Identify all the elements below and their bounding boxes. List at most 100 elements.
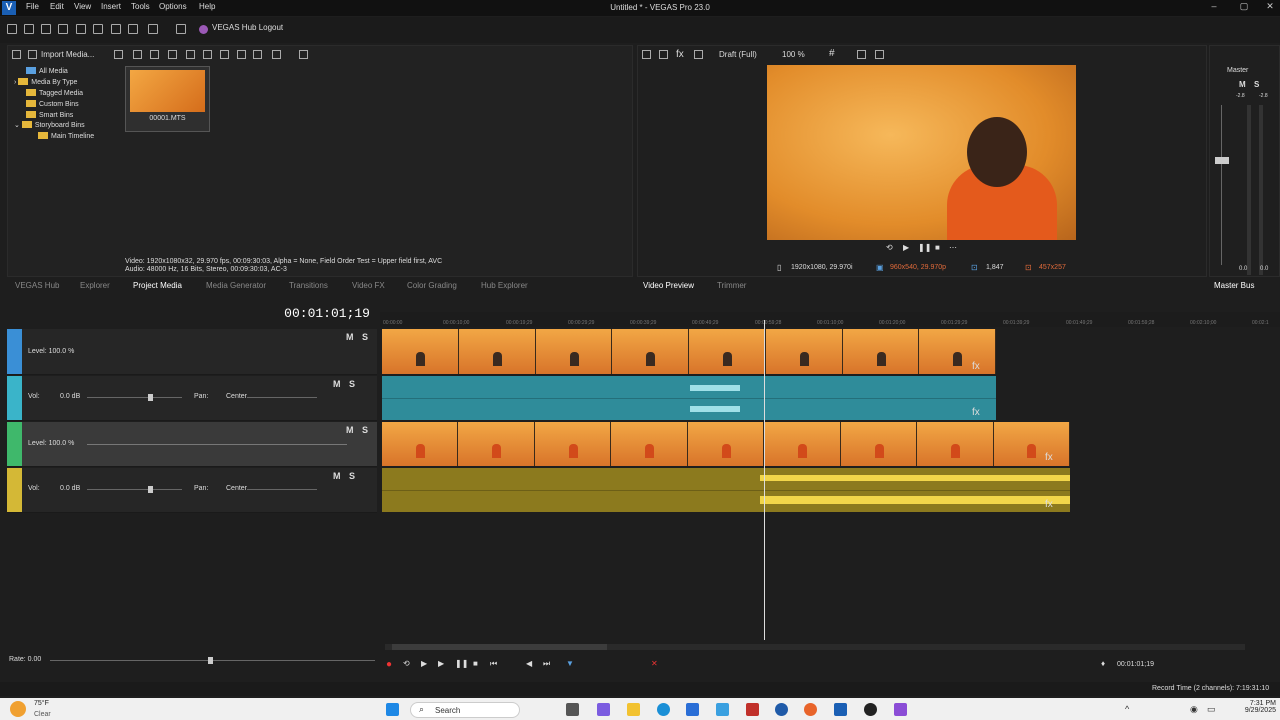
tree-custom-bins[interactable]: Custom Bins	[26, 100, 79, 108]
clip-fx-icon[interactable]: fx	[1045, 499, 1053, 510]
play-from-start-icon[interactable]: ▶	[421, 659, 427, 668]
cut-icon[interactable]	[93, 24, 103, 34]
preview-play-icon[interactable]: ▶	[903, 243, 909, 252]
close-icon[interactable]: ✕	[1260, 1, 1280, 12]
stop-icon[interactable]: ■	[473, 659, 478, 668]
search-icon[interactable]	[299, 50, 308, 59]
tab-video-fx[interactable]: Video FX	[352, 281, 385, 290]
media-player-icon[interactable]	[864, 703, 877, 716]
copilot-icon[interactable]	[597, 703, 610, 716]
edge-icon[interactable]	[657, 703, 670, 716]
preview-quality-select[interactable]: Draft (Full)	[719, 50, 757, 59]
tree-main-timeline[interactable]: Main Timeline	[38, 132, 94, 140]
play-icon[interactable]	[220, 50, 229, 59]
video-clip-2[interactable]	[382, 422, 1070, 466]
track-solo-button[interactable]: S	[349, 471, 355, 481]
import-icon[interactable]	[28, 50, 37, 59]
timeline-scroll-thumb[interactable]	[392, 644, 607, 650]
tab-hub-explorer[interactable]: Hub Explorer	[481, 281, 528, 290]
open-icon[interactable]	[24, 24, 34, 34]
tree-storyboard-bins[interactable]: ⌄ Storyboard Bins	[14, 121, 85, 129]
track-solo-button[interactable]: S	[349, 379, 355, 389]
volume-knob[interactable]	[148, 394, 153, 401]
properties-icon[interactable]	[186, 50, 195, 59]
save-snapshot-icon[interactable]	[875, 50, 884, 59]
hp-icon[interactable]	[775, 703, 788, 716]
normal-edit-tool-icon[interactable]: ▼	[566, 659, 574, 668]
playhead[interactable]	[764, 320, 765, 640]
preview-pause-icon[interactable]: ❚❚	[918, 243, 931, 252]
paste-icon[interactable]	[128, 24, 138, 34]
track-solo-button[interactable]: S	[362, 332, 368, 342]
track-level[interactable]: Level: 100.0 %	[28, 348, 74, 355]
track-header-video-1[interactable]: Level: 100.0 % M S	[7, 329, 377, 375]
tree-all-media[interactable]: All Media	[26, 67, 68, 75]
tab-explorer[interactable]: Explorer	[80, 281, 110, 290]
undo-icon[interactable]	[148, 24, 158, 34]
tab-video-preview[interactable]: Video Preview	[643, 281, 694, 290]
track-mute-button[interactable]: M	[333, 379, 341, 389]
battery-icon[interactable]: ▭	[1207, 704, 1216, 715]
track-mute-button[interactable]: M	[346, 332, 354, 342]
level-slider[interactable]	[87, 444, 347, 445]
app-icon[interactable]	[894, 703, 907, 716]
master-fader-knob[interactable]	[1215, 157, 1229, 164]
tab-master-bus[interactable]: Master Bus	[1214, 281, 1254, 290]
minimize-icon[interactable]: –	[1204, 1, 1224, 11]
task-view-icon[interactable]	[566, 703, 579, 716]
render-icon[interactable]	[58, 24, 68, 34]
copy-snapshot-icon[interactable]	[857, 50, 866, 59]
volume-slider[interactable]	[87, 489, 182, 490]
loop-icon[interactable]: ⟲	[886, 243, 893, 252]
app-icon[interactable]	[746, 703, 759, 716]
pan-slider[interactable]	[247, 489, 317, 490]
menu-help[interactable]: Help	[199, 2, 215, 11]
go-to-start-icon[interactable]: ⏮	[490, 659, 497, 669]
master-mute-button[interactable]: M	[1239, 80, 1246, 89]
volume-slider[interactable]	[87, 397, 182, 398]
weather-temp[interactable]: 75°F	[34, 700, 49, 707]
hub-logout-button[interactable]: VEGAS Hub Logout	[212, 23, 283, 32]
vegas-taskbar-icon[interactable]	[834, 703, 847, 716]
menu-insert[interactable]: Insert	[101, 2, 121, 11]
tab-trimmer[interactable]: Trimmer	[717, 281, 746, 290]
preview-properties-icon[interactable]	[642, 50, 651, 59]
stop-icon[interactable]	[237, 50, 246, 59]
video-clip-1[interactable]	[382, 329, 996, 374]
firefox-icon[interactable]	[804, 703, 817, 716]
wifi-icon[interactable]: ◉	[1190, 704, 1198, 715]
import-media-button[interactable]: Import Media...	[41, 50, 94, 59]
file-explorer-icon[interactable]	[627, 703, 640, 716]
menu-edit[interactable]: Edit	[50, 2, 64, 11]
rate-knob[interactable]	[208, 657, 213, 664]
remove-icon[interactable]	[150, 50, 159, 59]
grid-icon[interactable]: #	[829, 48, 835, 59]
tab-project-media[interactable]: Project Media	[133, 281, 182, 290]
tree-smart-bins[interactable]: Smart Bins	[26, 111, 73, 119]
volume-knob[interactable]	[148, 486, 153, 493]
tab-media-generator[interactable]: Media Generator	[206, 281, 266, 290]
track-header-video-2[interactable]: Level: 100.0 % M S	[7, 422, 377, 467]
track-level[interactable]: Level: 100.0 %	[28, 440, 74, 447]
external-monitor-icon[interactable]	[659, 50, 668, 59]
menu-tools[interactable]: Tools	[131, 2, 150, 11]
menu-view[interactable]: View	[74, 2, 91, 11]
master-solo-button[interactable]: S	[1254, 80, 1259, 89]
get-media-icon[interactable]	[133, 50, 142, 59]
split-screen-icon[interactable]	[694, 50, 703, 59]
properties-icon[interactable]	[76, 24, 86, 34]
loop-playback-icon[interactable]: ⟲	[403, 659, 410, 668]
tree-tagged-media[interactable]: Tagged Media	[26, 89, 83, 97]
tab-vegas-hub[interactable]: VEGAS Hub	[15, 281, 59, 290]
menu-file[interactable]: File	[26, 2, 39, 11]
redo-icon[interactable]	[176, 24, 186, 34]
tree-media-by-type[interactable]: › Media By Type	[14, 78, 77, 86]
save-icon[interactable]	[41, 24, 51, 34]
weather-icon[interactable]	[10, 701, 26, 717]
clip-fx-icon[interactable]: fx	[972, 361, 980, 372]
media-fx-icon[interactable]	[203, 50, 212, 59]
delete-icon[interactable]: ✕	[651, 659, 658, 668]
app-icon[interactable]	[716, 703, 729, 716]
preview-more-icon[interactable]: ⋯	[949, 243, 957, 252]
track-mute-button[interactable]: M	[333, 471, 341, 481]
